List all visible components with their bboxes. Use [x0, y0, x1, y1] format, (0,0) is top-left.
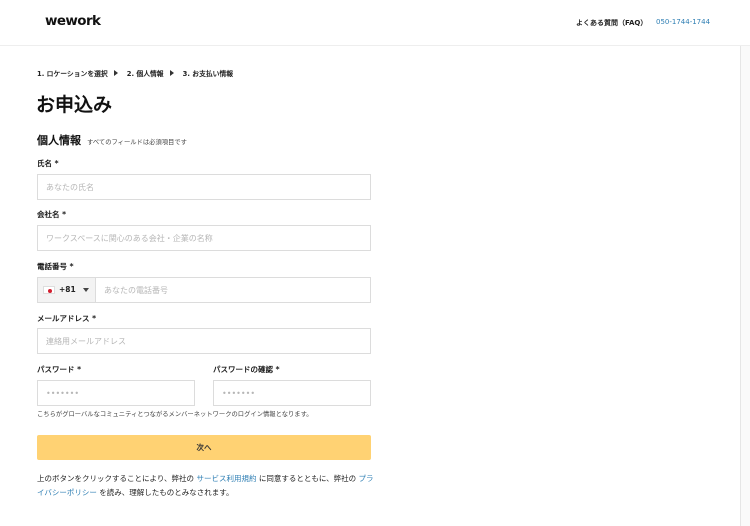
section-title: 個人情報 — [37, 134, 81, 147]
phone-link[interactable]: 050-1744-1744 — [656, 18, 710, 26]
country-code: +81 — [59, 285, 76, 294]
company-label: 会社名 * — [37, 210, 67, 219]
login-hint: こちらがグローバルなコミュニティとつながるメンバーネットワークのログイン情報とな… — [37, 411, 313, 418]
name-input[interactable] — [37, 174, 371, 200]
breadcrumb-step-location[interactable]: 1. ロケーションを選択 — [37, 68, 108, 78]
company-input[interactable] — [37, 225, 371, 251]
password-confirm-label: パスワードの確認 * — [213, 365, 280, 374]
terms-part3: を読み、理解したものとみなされます。 — [99, 488, 234, 497]
phone-field: +81 — [37, 277, 371, 303]
page-title: お申込み — [36, 94, 113, 116]
breadcrumb-step-payment: 3. お支払い情報 — [182, 70, 234, 78]
country-code-select[interactable]: +81 — [38, 278, 96, 302]
next-button[interactable]: 次へ — [37, 435, 371, 460]
section-header: 個人情報 すべてのフィールドは必須項目です — [37, 132, 187, 148]
breadcrumb-arrow-icon — [169, 70, 174, 76]
breadcrumb: 1. ロケーションを選択 2. 個人情報 3. お支払い情報 — [37, 68, 233, 78]
chevron-down-icon — [83, 288, 89, 292]
wework-logo[interactable]: wework — [45, 13, 101, 29]
terms-part2: に同意するとともに、弊社の — [258, 474, 357, 483]
phone-input[interactable] — [96, 278, 370, 302]
site-header: wework よくある質問（FAQ） 050-1744-1744 — [0, 0, 750, 46]
password-confirm-input[interactable] — [213, 380, 371, 406]
password-input[interactable] — [37, 380, 195, 406]
terms-part1: 上のボタンをクリックすることにより、弊社の — [37, 474, 195, 483]
phone-label: 電話番号 * — [37, 262, 74, 271]
japan-flag-icon — [43, 286, 55, 294]
faq-link[interactable]: よくある質問（FAQ） — [576, 18, 647, 28]
breadcrumb-arrow-icon — [113, 70, 118, 76]
terms-of-service-link[interactable]: サービス利用規約 — [196, 474, 256, 483]
terms-text: 上のボタンをクリックすることにより、弊社の サービス利用規約 に同意するとともに… — [37, 472, 377, 500]
email-label: メールアドレス * — [37, 314, 97, 323]
password-label: パスワード * — [37, 365, 82, 374]
section-subtitle: すべてのフィールドは必須項目です — [87, 139, 187, 146]
breadcrumb-step-personal: 2. 個人情報 — [126, 70, 164, 78]
email-input[interactable] — [37, 328, 371, 354]
name-label: 氏名 * — [37, 159, 59, 168]
scrollbar[interactable] — [740, 46, 750, 526]
